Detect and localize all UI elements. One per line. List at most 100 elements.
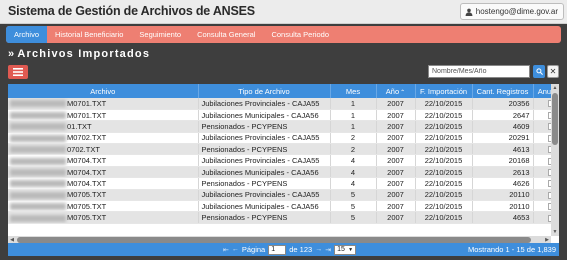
cell-archivo-text: 0702.TXT (67, 144, 100, 154)
cell-tipo: Jubilaciones Municipales - CAJA56 (198, 166, 331, 179)
cell-archivo: M0701.TXT (8, 98, 199, 110)
col-anio[interactable]: Año⌃ (376, 84, 416, 98)
list-menu-button[interactable] (8, 65, 28, 79)
cell-tipo: Jubilaciones Municipales - CAJA56 (198, 200, 331, 213)
col-mes[interactable]: Mes (330, 84, 377, 98)
cell-archivo: M0704.TXT (8, 177, 199, 190)
scroll-up-icon[interactable]: ▲ (551, 84, 559, 92)
table-row[interactable]: M0705.TXT Jubilaciones Provinciales - CAJ… (8, 189, 559, 202)
cell-anio: 2007 (376, 211, 416, 224)
cell-archivo: M0704.TXT (8, 166, 199, 179)
table-row[interactable]: M0704.TXT Jubilaciones Provinciales - CAJ… (8, 154, 559, 167)
chevron-down-icon: ▼ (348, 246, 354, 253)
cell-mes: 1 (330, 98, 377, 110)
table-row[interactable]: M0702.TXT Jubilaciones Provinciales - CAJ… (8, 132, 559, 145)
nav-item-consulta-periodo[interactable]: Consulta Periodo (263, 26, 337, 43)
col-anio-label: Año (385, 86, 400, 96)
cell-tipo: Pensionados - PCYPENS (198, 143, 331, 156)
cell-mes: 5 (330, 200, 377, 213)
cell-fecha: 22/10/2015 (415, 154, 473, 167)
vertical-scroll-thumb[interactable] (552, 93, 558, 145)
nav-item-historial-beneficiario[interactable]: Historial Beneficiario (47, 26, 131, 43)
redacted-filename-prefix (10, 146, 66, 154)
col-tipo-archivo[interactable]: Tipo de Archivo (198, 84, 331, 98)
user-menu[interactable]: hostengo@dime.gov.ar (459, 3, 564, 20)
redacted-filename-prefix (10, 134, 66, 142)
col-archivo[interactable]: Archivo (8, 84, 199, 98)
vertical-scrollbar[interactable]: ▲ ▼ (551, 84, 559, 236)
table-row[interactable]: M0705.TXT Pensionados - PCYPENS 5 2007 22/10… (8, 211, 559, 224)
user-email: hostengo@dime.gov.ar (475, 7, 558, 16)
cell-tipo: Pensionados - PCYPENS (198, 211, 331, 224)
cell-mes: 4 (330, 177, 377, 190)
table-row[interactable]: M0701.TXT Jubilaciones Provinciales - CAJ… (8, 98, 559, 110)
cell-archivo: 01.TXT (8, 120, 199, 133)
cell-archivo: M0705.TXT (8, 200, 199, 213)
last-page-icon[interactable]: ⇥ (325, 246, 331, 254)
main-nav: Archivo Historial Beneficiario Seguimien… (6, 26, 561, 43)
cell-anio: 2007 (376, 109, 416, 122)
cell-registros: 4609 (472, 120, 534, 133)
filter-search-button[interactable] (533, 65, 545, 78)
redacted-filename-prefix (10, 112, 66, 120)
cell-fecha: 22/10/2015 (415, 143, 473, 156)
rows-per-page-select[interactable]: 15 ▼ (334, 244, 357, 255)
cell-archivo-text: M0705.TXT (67, 213, 107, 223)
cell-archivo: M0701.TXT (8, 109, 199, 122)
page-number-input[interactable] (268, 244, 287, 255)
nav-item-consulta-general[interactable]: Consulta General (189, 26, 263, 43)
cell-fecha: 22/10/2015 (415, 120, 473, 133)
cell-registros: 2647 (472, 109, 534, 122)
redacted-filename-prefix (10, 100, 66, 108)
cell-archivo-text: M0701.TXT (67, 98, 107, 108)
nav-item-archivo[interactable]: Archivo (6, 26, 48, 43)
cell-fecha: 22/10/2015 (415, 200, 473, 213)
cell-archivo-text: M0704.TXT (67, 167, 107, 177)
cell-mes: 2 (330, 143, 377, 156)
table-row[interactable]: M0705.TXT Jubilaciones Municipales - CAJA… (8, 200, 559, 213)
cell-archivo-text: M0704.TXT (67, 178, 107, 188)
cell-tipo: Jubilaciones Provinciales - CAJA55 (198, 98, 331, 110)
cell-archivo-text: 01.TXT (67, 121, 92, 131)
cell-tipo: Jubilaciones Provinciales - CAJA55 (198, 154, 331, 167)
redacted-filename-prefix (10, 180, 66, 188)
first-page-icon[interactable]: ⇤ (223, 246, 229, 254)
clear-filter-button[interactable]: ✕ (547, 65, 559, 78)
pager-info: Mostrando 1 - 15 de 1,839 (468, 245, 556, 254)
cell-fecha: 22/10/2015 (415, 211, 473, 224)
cell-anio: 2007 (376, 189, 416, 202)
table-row[interactable]: M0704.TXT Jubilaciones Municipales - CAJA… (8, 166, 559, 179)
cell-anio: 2007 (376, 132, 416, 145)
cell-archivo: M0705.TXT (8, 211, 199, 224)
cell-registros: 20291 (472, 132, 534, 145)
cell-tipo: Pensionados - PCYPENS (198, 177, 331, 190)
pager: ⇤ ← Página de 123 → ⇥ 15 ▼ Mostrando 1 -… (8, 243, 559, 256)
top-bar: Sistema de Gestión de Archivos de ANSES … (0, 0, 567, 24)
cell-anio: 2007 (376, 154, 416, 167)
table-row[interactable]: M0701.TXT Jubilaciones Municipales - CAJA… (8, 109, 559, 122)
col-fecha-importacion[interactable]: F. Importación (415, 84, 473, 98)
table-row[interactable]: 0702.TXT Pensionados - PCYPENS 2 2007 22/10/… (8, 143, 559, 156)
table-row[interactable]: M0704.TXT Pensionados - PCYPENS 4 2007 22/10… (8, 177, 559, 190)
cell-fecha: 22/10/2015 (415, 109, 473, 122)
cell-anio: 2007 (376, 143, 416, 156)
cell-fecha: 22/10/2015 (415, 189, 473, 202)
cell-registros: 4613 (472, 143, 534, 156)
filter-search-icon (535, 68, 543, 75)
page-of-label: de 123 (289, 245, 313, 254)
prev-page-icon[interactable]: ← (232, 246, 239, 253)
col-cant-registros[interactable]: Cant. Registros (472, 84, 534, 98)
cell-registros: 20356 (472, 98, 534, 110)
cell-registros: 20110 (472, 189, 534, 202)
cell-mes: 5 (330, 211, 377, 224)
cell-tipo: Jubilaciones Provinciales - CAJA55 (198, 189, 331, 202)
cell-anio: 2007 (376, 98, 416, 110)
cell-fecha: 22/10/2015 (415, 177, 473, 190)
redacted-filename-prefix (10, 169, 66, 177)
scroll-down-icon[interactable]: ▼ (551, 228, 559, 236)
cell-anio: 2007 (376, 120, 416, 133)
table-row[interactable]: 01.TXT Pensionados - PCYPENS 1 2007 22/10/20… (8, 120, 559, 133)
nav-item-seguimiento[interactable]: Seguimiento (131, 26, 189, 43)
filter-input[interactable] (428, 65, 530, 78)
next-page-icon[interactable]: → (315, 246, 322, 253)
